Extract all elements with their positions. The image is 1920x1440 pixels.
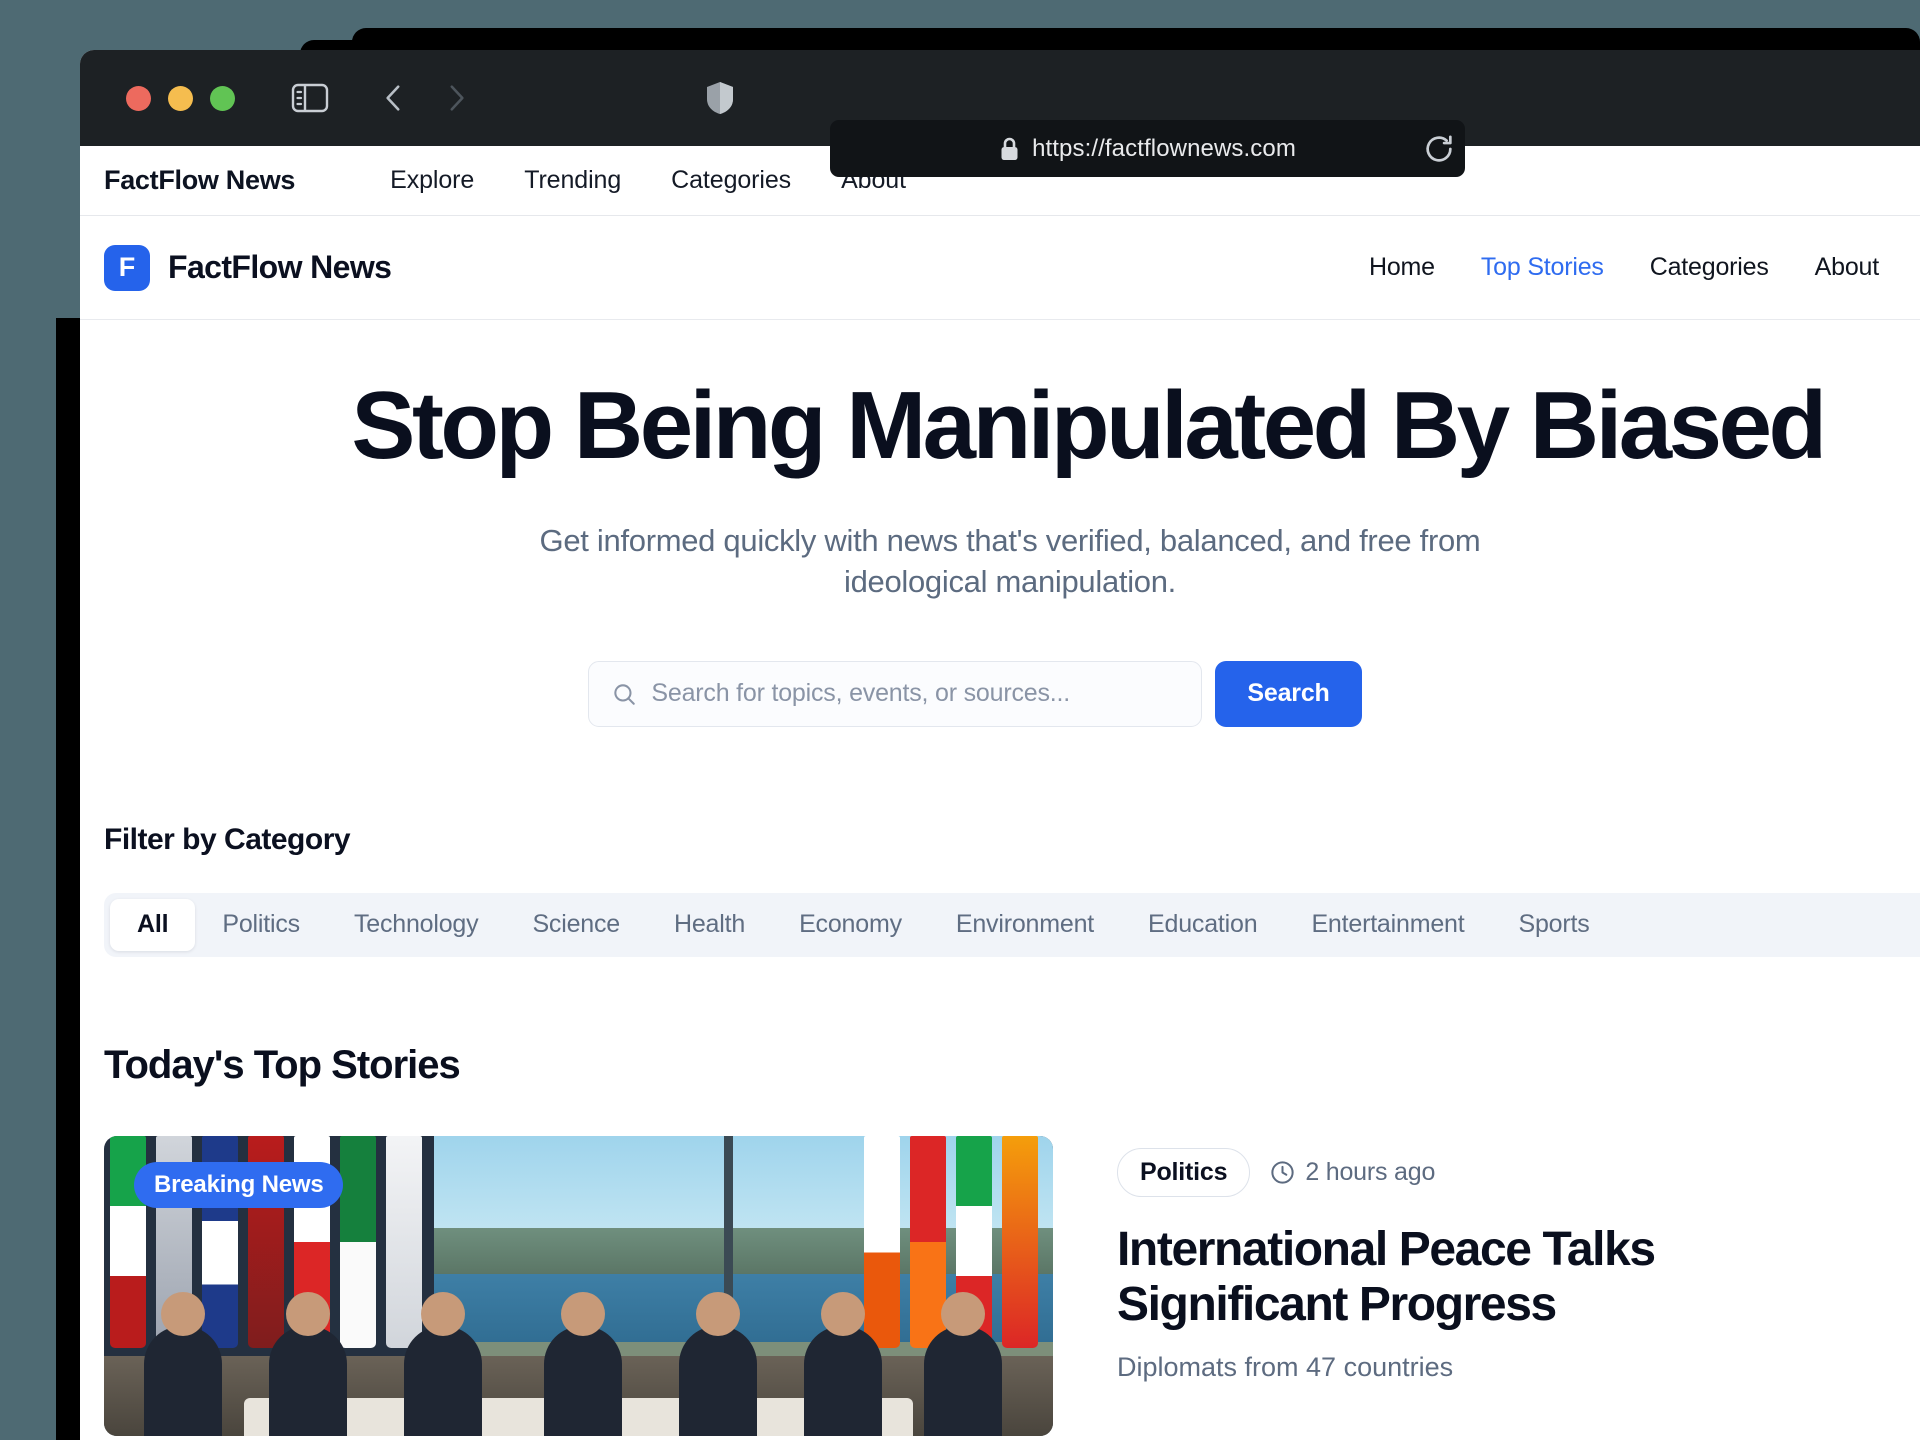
search-input[interactable]: Search for topics, events, or sources... — [588, 660, 1203, 727]
clock-icon — [1271, 1160, 1294, 1184]
sidebar-toggle-icon — [291, 83, 329, 113]
category-chip-sports[interactable]: Sports — [1491, 899, 1616, 951]
category-chip-education[interactable]: Education — [1121, 899, 1284, 951]
photo-delegate — [269, 1291, 347, 1436]
category-filter-tabs: All Politics Technology Science Health E… — [104, 892, 1920, 957]
sidebar-toggle-button[interactable] — [291, 82, 329, 114]
reload-icon — [1426, 135, 1452, 162]
url-text: https://factflownews.com — [1032, 134, 1296, 162]
story-timestamp: 2 hours ago — [1269, 1158, 1435, 1187]
page-title: Stop Being Manipulated By Biased — [351, 372, 1827, 479]
photo-delegate-head — [161, 1291, 205, 1336]
hero-section: Stop Being Manipulated By Biased Get inf… — [80, 320, 1920, 727]
filter-heading: Filter by Category — [104, 822, 351, 856]
photo-delegate — [679, 1291, 757, 1436]
search-button[interactable]: Search — [1215, 660, 1362, 727]
photo-delegate — [544, 1291, 622, 1436]
zoom-window-button[interactable] — [210, 85, 235, 111]
category-chip-health[interactable]: Health — [647, 899, 772, 951]
story-time-text: 2 hours ago — [1305, 1157, 1436, 1186]
story-body: Politics 2 hours ago International Peace… — [1117, 1136, 1920, 1436]
story-image: Breaking News — [104, 1135, 1053, 1436]
site-header: F FactFlow News Home Top Stories Categor… — [80, 216, 1920, 320]
category-chip-environment[interactable]: Environment — [929, 899, 1121, 951]
nav-top-stories[interactable]: Top Stories — [1458, 253, 1627, 282]
story-headline-line1[interactable]: International Peace Talks — [1117, 1223, 1920, 1277]
story-category-badge[interactable]: Politics — [1117, 1147, 1251, 1197]
photo-delegate — [924, 1291, 1002, 1436]
site-navigation: Home Top Stories Categories About — [1346, 253, 1916, 282]
photo-flag — [1002, 1135, 1038, 1348]
story-meta: Politics 2 hours ago — [1117, 1147, 1920, 1197]
reload-button[interactable] — [1420, 130, 1458, 168]
filter-section: Filter by Category All Politics Technolo… — [80, 823, 1920, 957]
chevron-right-icon — [450, 85, 464, 111]
bookmark-explore[interactable]: Explore — [365, 166, 499, 195]
hero-subtitle: Get informed quickly with news that's ve… — [539, 522, 1481, 599]
category-chip-politics[interactable]: Politics — [195, 899, 327, 951]
address-bar[interactable]: https://factflownews.com — [830, 120, 1465, 177]
nav-about[interactable]: About — [1792, 253, 1902, 282]
photo-delegate-head — [821, 1291, 865, 1336]
category-chip-science[interactable]: Science — [505, 899, 647, 951]
photo-delegate — [144, 1291, 222, 1436]
forward-button[interactable] — [439, 81, 473, 115]
shield-icon — [707, 82, 733, 114]
category-chip-economy[interactable]: Economy — [772, 899, 929, 951]
photo-delegate-head — [696, 1291, 740, 1336]
logo-mark-icon: F — [104, 244, 150, 291]
section-heading-top-stories: Today's Top Stories — [104, 1042, 461, 1087]
photo-delegate-head — [286, 1291, 330, 1336]
category-chip-all[interactable]: All — [110, 898, 196, 951]
category-chip-entertainment[interactable]: Entertainment — [1284, 899, 1491, 951]
navigation-arrows — [377, 81, 473, 115]
featured-story-card[interactable]: Breaking News Politics 2 hours ago Inter… — [80, 1135, 1920, 1436]
nav-categories[interactable]: Categories — [1627, 253, 1792, 282]
back-button[interactable] — [377, 81, 411, 115]
close-window-button[interactable] — [126, 85, 151, 111]
lock-icon — [1001, 137, 1018, 160]
photo-flag — [340, 1135, 376, 1348]
photo-delegate-head — [561, 1291, 605, 1336]
browser-toolbar: https://factflownews.com — [80, 50, 1920, 177]
site-brand-name: FactFlow News — [168, 249, 392, 285]
browser-window: https://factflownews.com FactFlow News E… — [80, 50, 1920, 1440]
photo-flag — [864, 1135, 900, 1348]
photo-delegate — [404, 1291, 482, 1436]
story-headline-line2[interactable]: Significant Progress — [1117, 1278, 1920, 1332]
category-chip-technology[interactable]: Technology — [327, 899, 505, 951]
chevron-left-icon — [386, 85, 400, 111]
traffic-lights — [126, 85, 235, 111]
photo-delegate — [804, 1291, 882, 1436]
bookmark-trending[interactable]: Trending — [499, 166, 646, 195]
search-icon — [614, 683, 636, 705]
photo-delegate-head — [941, 1291, 985, 1336]
nav-home[interactable]: Home — [1346, 253, 1458, 282]
story-excerpt: Diplomats from 47 countries — [1117, 1352, 1454, 1383]
search-row: Search for topics, events, or sources...… — [80, 660, 1920, 727]
search-placeholder: Search for topics, events, or sources... — [651, 679, 1070, 708]
photo-delegate-head — [421, 1291, 465, 1336]
bookmark-brand[interactable]: FactFlow News — [104, 165, 295, 196]
minimize-window-button[interactable] — [168, 85, 193, 111]
photo-flag — [386, 1135, 422, 1348]
site-logo[interactable]: F FactFlow News — [104, 244, 392, 291]
bookmark-categories[interactable]: Categories — [646, 166, 816, 195]
breaking-news-badge: Breaking News — [134, 1161, 344, 1208]
privacy-shield-button[interactable] — [705, 80, 735, 116]
